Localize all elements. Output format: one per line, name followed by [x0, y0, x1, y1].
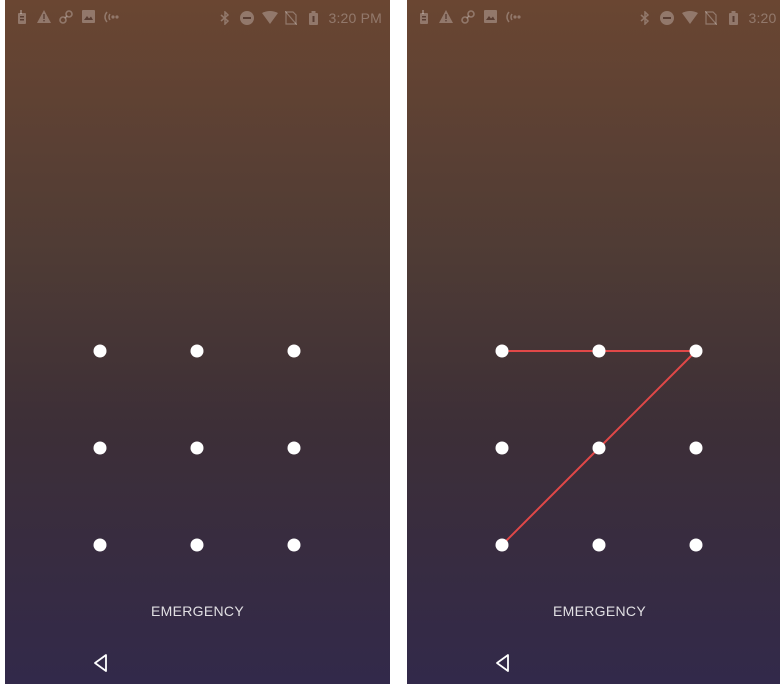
pattern-dot-5[interactable]: [190, 441, 204, 455]
back-icon: [94, 654, 107, 672]
lock-screen-right: 3:20 PM EMERGENCY: [407, 0, 780, 684]
pattern-dot-2[interactable]: [592, 344, 606, 358]
pattern-dot-5[interactable]: [592, 441, 606, 455]
pattern-dot-1[interactable]: [93, 344, 107, 358]
pattern-dot-8[interactable]: [592, 538, 606, 552]
lock-screen-left: 3:20 PM EMERGENCY: [5, 0, 390, 684]
pattern-dot-7[interactable]: [495, 538, 509, 552]
pattern-dot-2[interactable]: [190, 344, 204, 358]
emergency-button[interactable]: EMERGENCY: [5, 603, 390, 619]
pattern-dot-6[interactable]: [689, 441, 703, 455]
back-button[interactable]: [493, 652, 515, 674]
pattern-dot-8[interactable]: [190, 538, 204, 552]
pattern-dot-3[interactable]: [287, 344, 301, 358]
pattern-dots: [93, 344, 301, 552]
pattern-grid[interactable]: [407, 0, 780, 684]
pattern-dot-1[interactable]: [495, 344, 509, 358]
pattern-dot-6[interactable]: [287, 441, 301, 455]
back-icon: [496, 654, 509, 672]
pattern-segment: [598, 350, 697, 449]
pattern-dot-3[interactable]: [689, 344, 703, 358]
pattern-dot-9[interactable]: [689, 538, 703, 552]
emergency-button[interactable]: EMERGENCY: [407, 603, 780, 619]
pattern-dot-4[interactable]: [495, 441, 509, 455]
pattern-dot-4[interactable]: [93, 441, 107, 455]
pattern-segment: [501, 447, 600, 546]
back-button[interactable]: [91, 652, 113, 674]
pattern-grid[interactable]: [5, 0, 390, 684]
pattern-dot-7[interactable]: [93, 538, 107, 552]
pattern-dot-9[interactable]: [287, 538, 301, 552]
